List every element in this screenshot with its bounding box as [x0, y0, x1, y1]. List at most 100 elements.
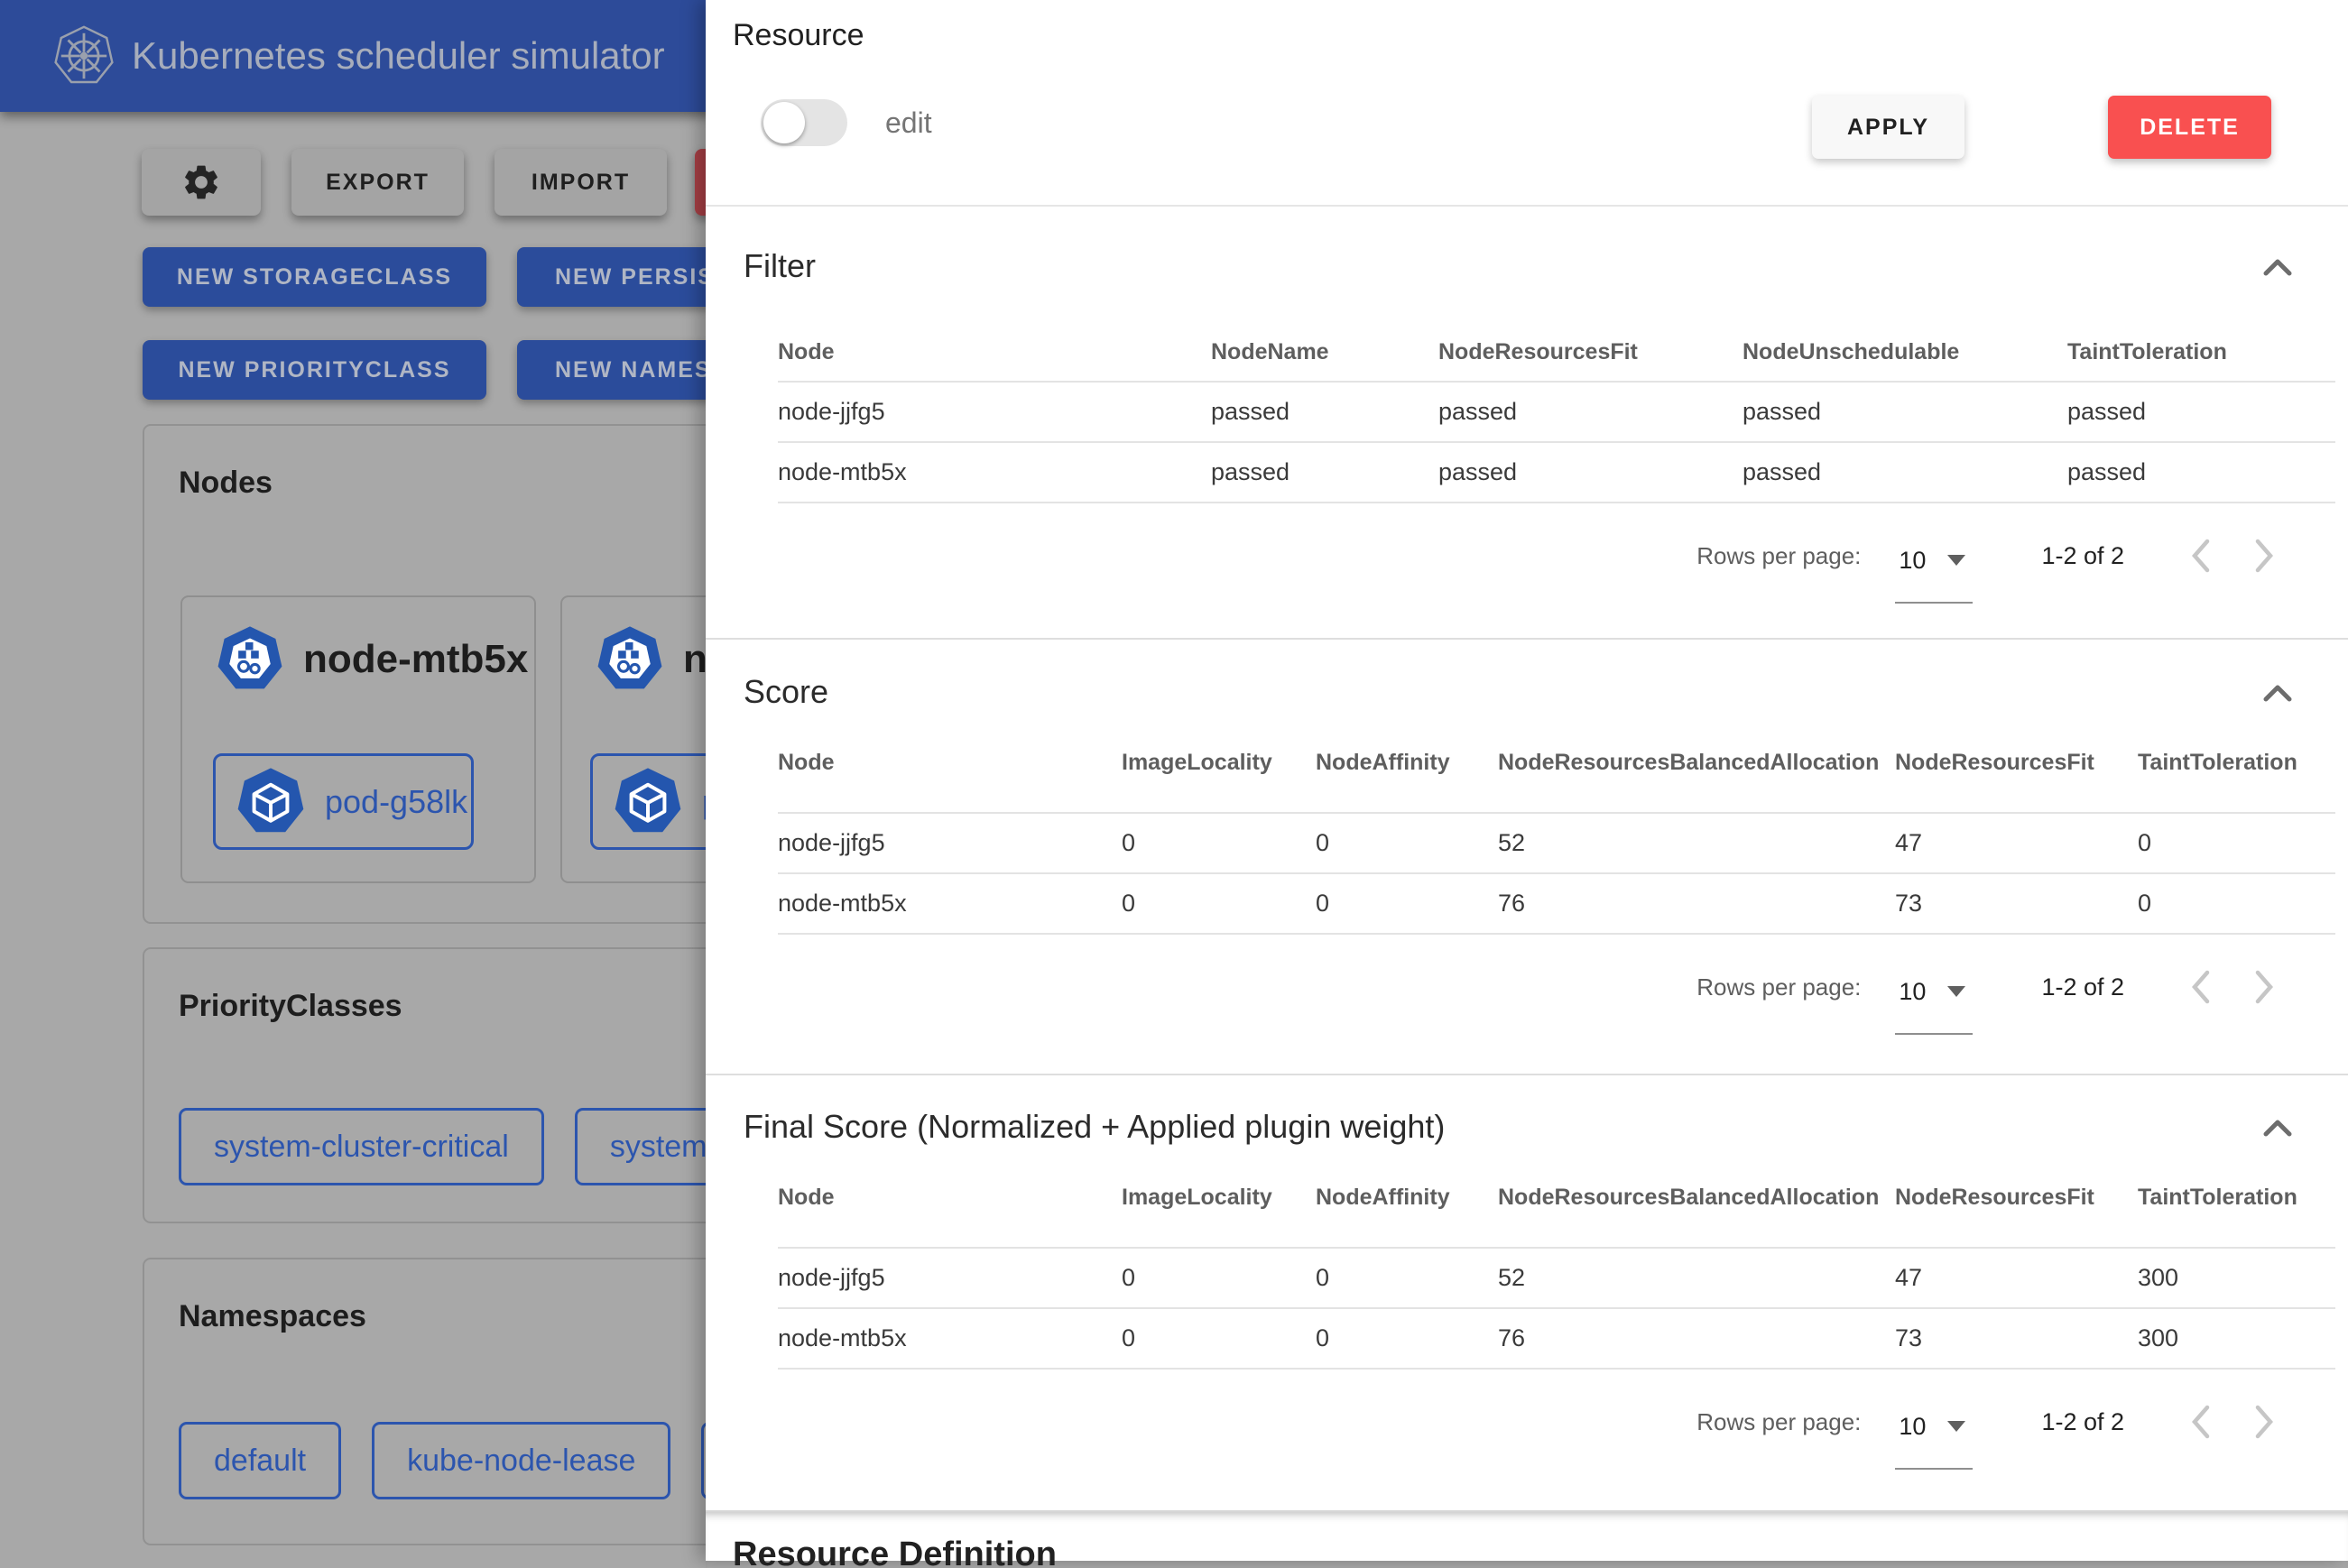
- next-page-button[interactable]: [2243, 532, 2283, 579]
- next-page-button[interactable]: [2243, 1398, 2283, 1445]
- priorityclass-chip[interactable]: system-cluster-critical: [179, 1108, 544, 1185]
- nodes-panel: Nodes node-mtb5x: [143, 424, 778, 924]
- final-score-pagination: Rows per page: 10 1-2 of 2: [706, 1393, 2283, 1451]
- cell-value: 0: [1316, 1324, 1498, 1352]
- new-storageclass-button[interactable]: NEW STORAGECLASS: [143, 247, 486, 307]
- caret-down-icon: [1947, 986, 1965, 997]
- rows-per-page-value: 10: [1899, 1413, 1926, 1441]
- gear-icon: [180, 161, 222, 203]
- cell-value: passed: [1211, 458, 1438, 486]
- score-section: Score Node ImageLocality NodeAffinity No…: [706, 640, 2348, 1075]
- rows-per-page-select[interactable]: 10: [1895, 973, 1973, 1035]
- column-header: TaintToleration: [2138, 750, 2335, 776]
- column-header: NodeResourcesFit: [1895, 1185, 2138, 1211]
- table-row: node-jjfg5 0 0 52 47 0: [778, 814, 2335, 874]
- chevron-right-icon: [2243, 532, 2283, 579]
- filter-collapse-button[interactable]: [2256, 251, 2299, 281]
- table-row: node-jjfg5 passed passed passed passed: [778, 383, 2335, 443]
- settings-button[interactable]: [142, 149, 261, 216]
- column-header: NodeName: [1211, 339, 1438, 365]
- final-score-section-title: Final Score (Normalized + Applied plugin…: [744, 1108, 1445, 1146]
- resource-definition-title: Resource Definition: [733, 1536, 2348, 1568]
- column-header: ImageLocality: [1122, 750, 1316, 776]
- cell-value: passed: [2067, 398, 2335, 426]
- previous-page-button[interactable]: [2182, 964, 2222, 1010]
- cell-value: 0: [1122, 829, 1316, 857]
- node-name: node-mtb5x: [303, 637, 528, 682]
- chevron-up-icon: [2260, 1115, 2296, 1139]
- cell-value: 0: [1122, 1264, 1316, 1292]
- cell-value: 73: [1895, 1324, 2138, 1352]
- namespace-chip[interactable]: default: [179, 1422, 341, 1499]
- cell-value: passed: [1438, 458, 1743, 486]
- previous-page-button[interactable]: [2182, 1398, 2222, 1445]
- resource-drawer: Resource edit APPLY DELETE Filter Node N…: [706, 0, 2348, 1561]
- page-range: 1-2 of 2: [2041, 1408, 2124, 1436]
- namespace-chip[interactable]: kube-node-lease: [372, 1422, 670, 1499]
- filter-pagination: Rows per page: 10 1-2 of 2: [706, 527, 2283, 585]
- chevron-left-icon: [2182, 532, 2222, 579]
- cell-node: node-jjfg5: [778, 398, 1211, 426]
- filter-section: Filter Node NodeName NodeResourcesFit No…: [706, 207, 2348, 640]
- cell-value: 0: [1122, 1324, 1316, 1352]
- cell-value: 0: [1316, 829, 1498, 857]
- final-score-section: Final Score (Normalized + Applied plugin…: [706, 1075, 2348, 1510]
- export-button[interactable]: EXPORT: [291, 149, 464, 216]
- rows-per-page-value: 10: [1899, 978, 1926, 1006]
- caret-down-icon: [1947, 555, 1965, 566]
- column-header: ImageLocality: [1122, 1185, 1316, 1211]
- score-collapse-button[interactable]: [2256, 677, 2299, 707]
- filter-table: Node NodeName NodeResourcesFit NodeUnsch…: [778, 323, 2335, 503]
- page-range: 1-2 of 2: [2041, 973, 2124, 1001]
- cell-value: passed: [1438, 398, 1743, 426]
- cell-node: node-jjfg5: [778, 829, 1122, 857]
- column-header: NodeResourcesFit: [1438, 339, 1743, 365]
- cell-value: 300: [2138, 1324, 2335, 1352]
- cell-value: 73: [1895, 890, 2138, 918]
- drawer-title: Resource: [733, 18, 864, 53]
- column-header: NodeAffinity: [1316, 1185, 1498, 1211]
- next-page-button[interactable]: [2243, 964, 2283, 1010]
- column-header: Node: [778, 1185, 1122, 1211]
- cell-value: 0: [1316, 890, 1498, 918]
- chevron-up-icon: [2260, 680, 2296, 704]
- column-header: NodeResourcesBalancedAllocation: [1498, 750, 1895, 776]
- cell-value: 76: [1498, 890, 1895, 918]
- rows-per-page-select[interactable]: 10: [1895, 541, 1973, 604]
- edit-toggle-label: edit: [885, 106, 932, 140]
- pod-chip[interactable]: pod-g58lk: [213, 753, 474, 850]
- column-header: NodeResourcesFit: [1895, 750, 2138, 776]
- edit-toggle[interactable]: [761, 99, 847, 146]
- score-table: Node ImageLocality NodeAffinity NodeReso…: [778, 713, 2335, 935]
- node-icon: [215, 624, 285, 695]
- delete-button[interactable]: DELETE: [2108, 96, 2271, 159]
- edit-toggle-thumb: [763, 102, 805, 143]
- cell-node: node-mtb5x: [778, 458, 1211, 486]
- column-header: NodeAffinity: [1316, 750, 1498, 776]
- rows-per-page-label: Rows per page:: [1696, 973, 1861, 1001]
- pod-icon: [612, 766, 684, 838]
- nodes-panel-title: Nodes: [179, 466, 776, 501]
- score-section-title: Score: [744, 673, 828, 711]
- namespaces-title: Namespaces: [179, 1299, 776, 1334]
- cell-value: passed: [2067, 458, 2335, 486]
- app-title: Kubernetes scheduler simulator: [132, 34, 665, 78]
- rows-per-page-value: 10: [1899, 547, 1926, 575]
- chevron-right-icon: [2243, 1398, 2283, 1445]
- cell-value: passed: [1211, 398, 1438, 426]
- cell-value: 300: [2138, 1264, 2335, 1292]
- new-priorityclass-button[interactable]: NEW PRIORITYCLASS: [143, 340, 486, 400]
- column-header: NodeResourcesBalancedAllocation: [1498, 1185, 1895, 1211]
- filter-section-title: Filter: [744, 247, 816, 285]
- cell-value: 0: [2138, 829, 2335, 857]
- table-row: node-mtb5x 0 0 76 73 300: [778, 1309, 2335, 1370]
- apply-button[interactable]: APPLY: [1812, 96, 1964, 159]
- chevron-up-icon: [2260, 254, 2296, 278]
- rows-per-page-select[interactable]: 10: [1895, 1407, 1973, 1470]
- import-button[interactable]: IMPORT: [495, 149, 667, 216]
- previous-page-button[interactable]: [2182, 532, 2222, 579]
- table-row: node-jjfg5 0 0 52 47 300: [778, 1249, 2335, 1309]
- table-row: node-mtb5x passed passed passed passed: [778, 443, 2335, 503]
- node-card[interactable]: node-mtb5x pod-g58lk: [180, 595, 536, 883]
- final-score-collapse-button[interactable]: [2256, 1111, 2299, 1142]
